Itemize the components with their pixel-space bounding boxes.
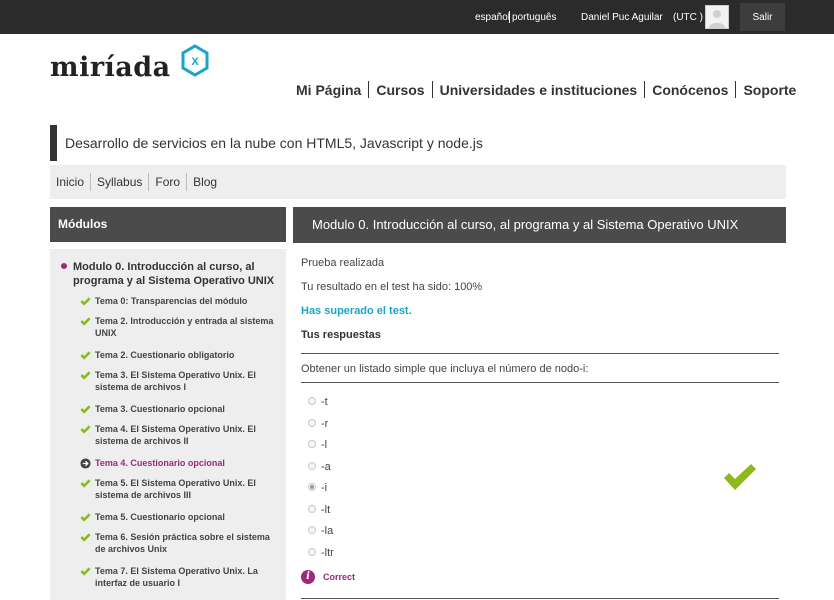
- course-nav-syllabus[interactable]: Syllabus: [91, 175, 148, 189]
- modules-header: Módulos: [50, 207, 286, 242]
- check-icon: [80, 371, 91, 380]
- logout-button[interactable]: Salir: [740, 3, 785, 31]
- logo-badge-letter: X: [191, 56, 199, 68]
- answer-label: -a: [321, 461, 331, 473]
- check-icon: [80, 513, 91, 522]
- divider: [301, 382, 779, 383]
- top-bar: español português Daniel Puc Aguilar (UT…: [0, 0, 834, 34]
- lesson-label: Tema 5. Cuestionario opcional: [95, 512, 225, 522]
- nav-mi-pagina[interactable]: Mi Página: [296, 82, 361, 98]
- question-text: Obtener un listado simple que incluya el…: [301, 363, 589, 375]
- lesson-label: Tema 0: Transparencias del módulo: [95, 296, 248, 306]
- answer-radio[interactable]: [308, 505, 316, 513]
- course-nav-inicio[interactable]: Inicio: [50, 175, 90, 189]
- answer-label: -ltr: [321, 547, 334, 559]
- answer-label: -lt: [321, 504, 331, 516]
- language-separator: [509, 11, 510, 23]
- nav-soporte[interactable]: Soporte: [743, 82, 796, 98]
- avatar[interactable]: [705, 5, 729, 29]
- language-spanish-link[interactable]: español: [475, 12, 510, 23]
- user-silhouette-icon: [706, 6, 728, 28]
- test-passed-message: Has superado el test.: [301, 305, 412, 317]
- check-icon: [80, 479, 91, 488]
- module-title[interactable]: Modulo 0. Introducción al curso, al prog…: [73, 260, 283, 288]
- check-icon: [80, 567, 91, 576]
- nav-universidades[interactable]: Universidades e instituciones: [440, 82, 638, 98]
- nav-separator: [431, 81, 433, 98]
- answer-radio[interactable]: [308, 419, 316, 427]
- course-nav-blog[interactable]: Blog: [187, 175, 223, 189]
- answers-title: Tus respuestas: [301, 329, 381, 341]
- answer-radio[interactable]: [308, 440, 316, 448]
- check-icon: [80, 425, 91, 434]
- check-icon: [80, 317, 91, 326]
- answer-label: -t: [321, 396, 328, 408]
- lesson-label: Tema 7. El Sistema Operativo Unix. La in…: [95, 566, 258, 588]
- arrow-circle-icon: [80, 458, 91, 469]
- answer-label: -r: [321, 418, 329, 430]
- test-status: Prueba realizada: [301, 257, 385, 269]
- main-navigation: Mi Página Cursos Universidades e institu…: [296, 81, 796, 98]
- language-portuguese-link[interactable]: português: [512, 12, 556, 23]
- nav-cursos[interactable]: Cursos: [376, 82, 424, 98]
- lesson-label: Tema 4. El Sistema Operativo Unix. El si…: [95, 424, 256, 446]
- answer-radio[interactable]: [308, 526, 316, 534]
- feedback-text: Correct: [323, 572, 356, 582]
- answer-label: -i: [321, 482, 328, 494]
- divider: [301, 598, 779, 599]
- check-icon: [80, 533, 91, 542]
- lesson-label: Tema 2. Cuestionario obligatorio: [95, 350, 235, 360]
- answer-label: -la: [321, 525, 334, 537]
- user-name[interactable]: Daniel Puc Aguilar: [581, 12, 663, 23]
- info-icon: i: [301, 570, 315, 584]
- nav-separator: [735, 81, 737, 98]
- answer-radio[interactable]: [308, 548, 316, 556]
- timezone-label: (UTC ): [673, 12, 703, 23]
- lesson-label: Tema 5. El Sistema Operativo Unix. El si…: [95, 478, 256, 500]
- check-icon: [80, 297, 91, 306]
- nav-separator: [644, 81, 646, 98]
- answer-radio[interactable]: [308, 462, 316, 470]
- lesson-label: Tema 2. Introducción y entrada al sistem…: [95, 316, 274, 338]
- logo-badge-icon: X: [181, 44, 209, 77]
- divider: [301, 353, 779, 354]
- nav-conocenos[interactable]: Conócenos: [652, 82, 728, 98]
- logo-text[interactable]: miríada: [50, 52, 171, 83]
- check-icon: [80, 405, 91, 414]
- lesson-label: Tema 3. Cuestionario opcional: [95, 404, 225, 414]
- answer-radio[interactable]: [308, 397, 316, 405]
- test-result: Tu resultado en el test ha sido: 100%: [301, 281, 483, 293]
- nav-separator: [368, 81, 370, 98]
- course-navigation: Inicio Syllabus Foro Blog: [50, 165, 786, 199]
- module-bullet-icon: [61, 263, 67, 269]
- course-title: Desarrollo de servicios en la nube con H…: [50, 125, 786, 161]
- lesson-label: Tema 6. Sesión práctica sobre el sistema…: [95, 532, 270, 554]
- answer-radio[interactable]: [308, 483, 316, 491]
- modules-sidebar: Modulo 0. Introducción al curso, al prog…: [50, 249, 286, 600]
- content-header: Modulo 0. Introducción al curso, al prog…: [293, 207, 786, 243]
- check-icon: [80, 351, 91, 360]
- lesson-label: Tema 4. Cuestionario opcional: [95, 458, 225, 468]
- lesson-label: Tema 3. El Sistema Operativo Unix. El si…: [95, 370, 256, 392]
- answer-label: -l: [321, 439, 328, 451]
- course-nav-foro[interactable]: Foro: [149, 175, 186, 189]
- correct-check-icon: [724, 464, 756, 490]
